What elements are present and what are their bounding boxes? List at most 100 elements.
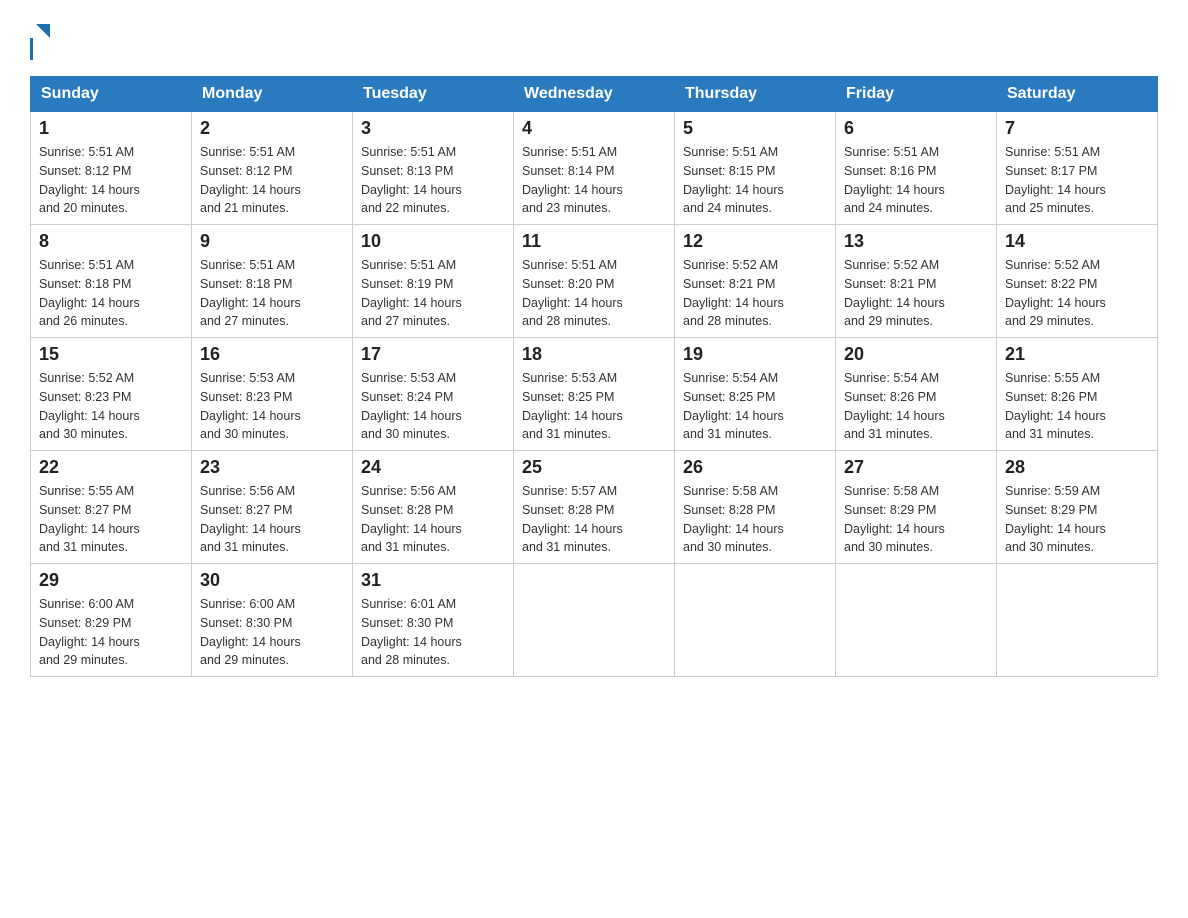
day-info: Sunrise: 5:58 AMSunset: 8:29 PMDaylight:…	[844, 482, 988, 557]
day-info: Sunrise: 5:55 AMSunset: 8:26 PMDaylight:…	[1005, 369, 1149, 444]
day-info: Sunrise: 6:00 AMSunset: 8:29 PMDaylight:…	[39, 595, 183, 670]
day-number: 20	[844, 344, 988, 365]
calendar-week-row: 1Sunrise: 5:51 AMSunset: 8:12 PMDaylight…	[31, 112, 1158, 225]
day-info: Sunrise: 5:51 AMSunset: 8:19 PMDaylight:…	[361, 256, 505, 331]
day-info: Sunrise: 6:01 AMSunset: 8:30 PMDaylight:…	[361, 595, 505, 670]
day-info: Sunrise: 5:57 AMSunset: 8:28 PMDaylight:…	[522, 482, 666, 557]
day-number: 25	[522, 457, 666, 478]
calendar-cell: 17 Sunrise: 5:53 AMSunset: 8:24 PMDayligh…	[353, 338, 514, 451]
day-number: 6	[844, 118, 988, 139]
col-header-tuesday: Tuesday	[353, 77, 514, 112]
day-number: 10	[361, 231, 505, 252]
day-info: Sunrise: 5:51 AMSunset: 8:12 PMDaylight:…	[200, 143, 344, 218]
day-info: Sunrise: 5:56 AMSunset: 8:27 PMDaylight:…	[200, 482, 344, 557]
day-number: 28	[1005, 457, 1149, 478]
day-info: Sunrise: 5:53 AMSunset: 8:25 PMDaylight:…	[522, 369, 666, 444]
calendar-cell: 5 Sunrise: 5:51 AMSunset: 8:15 PMDaylight…	[675, 112, 836, 225]
calendar-cell: 11 Sunrise: 5:51 AMSunset: 8:20 PMDayligh…	[514, 225, 675, 338]
calendar-cell: 19Sunrise: 5:54 AMSunset: 8:25 PMDayligh…	[675, 338, 836, 451]
day-info: Sunrise: 5:52 AMSunset: 8:23 PMDaylight:…	[39, 369, 183, 444]
day-info: Sunrise: 5:52 AMSunset: 8:22 PMDaylight:…	[1005, 256, 1149, 331]
calendar-week-row: 22 Sunrise: 5:55 AMSunset: 8:27 PMDayligh…	[31, 451, 1158, 564]
day-info: Sunrise: 5:54 AMSunset: 8:25 PMDaylight:…	[683, 369, 827, 444]
day-number: 27	[844, 457, 988, 478]
day-info: Sunrise: 5:55 AMSunset: 8:27 PMDaylight:…	[39, 482, 183, 557]
day-info: Sunrise: 5:51 AMSunset: 8:13 PMDaylight:…	[361, 143, 505, 218]
day-number: 7	[1005, 118, 1149, 139]
col-header-thursday: Thursday	[675, 77, 836, 112]
day-info: Sunrise: 5:51 AMSunset: 8:15 PMDaylight:…	[683, 143, 827, 218]
calendar-table: Sunday Monday Tuesday Wednesday Thursday…	[30, 76, 1158, 677]
calendar-cell	[997, 564, 1158, 677]
day-number: 2	[200, 118, 344, 139]
calendar-cell	[514, 564, 675, 677]
col-header-saturday: Saturday	[997, 77, 1158, 112]
calendar-cell: 10 Sunrise: 5:51 AMSunset: 8:19 PMDayligh…	[353, 225, 514, 338]
logo	[30, 20, 54, 60]
day-number: 14	[1005, 231, 1149, 252]
day-number: 13	[844, 231, 988, 252]
calendar-cell: 21 Sunrise: 5:55 AMSunset: 8:26 PMDayligh…	[997, 338, 1158, 451]
day-info: Sunrise: 5:59 AMSunset: 8:29 PMDaylight:…	[1005, 482, 1149, 557]
day-number: 22	[39, 457, 183, 478]
calendar-cell: 30 Sunrise: 6:00 AMSunset: 8:30 PMDayligh…	[192, 564, 353, 677]
calendar-cell: 2 Sunrise: 5:51 AMSunset: 8:12 PMDaylight…	[192, 112, 353, 225]
calendar-cell: 23 Sunrise: 5:56 AMSunset: 8:27 PMDayligh…	[192, 451, 353, 564]
calendar-cell: 18 Sunrise: 5:53 AMSunset: 8:25 PMDayligh…	[514, 338, 675, 451]
day-info: Sunrise: 5:51 AMSunset: 8:18 PMDaylight:…	[200, 256, 344, 331]
calendar-cell: 9 Sunrise: 5:51 AMSunset: 8:18 PMDaylight…	[192, 225, 353, 338]
col-header-sunday: Sunday	[31, 77, 192, 112]
calendar-cell: 8 Sunrise: 5:51 AMSunset: 8:18 PMDaylight…	[31, 225, 192, 338]
day-number: 26	[683, 457, 827, 478]
calendar-cell: 7 Sunrise: 5:51 AMSunset: 8:17 PMDaylight…	[997, 112, 1158, 225]
calendar-cell: 27 Sunrise: 5:58 AMSunset: 8:29 PMDayligh…	[836, 451, 997, 564]
day-number: 23	[200, 457, 344, 478]
calendar-cell	[836, 564, 997, 677]
calendar-week-row: 15Sunrise: 5:52 AMSunset: 8:23 PMDayligh…	[31, 338, 1158, 451]
calendar-week-row: 8 Sunrise: 5:51 AMSunset: 8:18 PMDaylight…	[31, 225, 1158, 338]
day-number: 16	[200, 344, 344, 365]
calendar-cell: 31 Sunrise: 6:01 AMSunset: 8:30 PMDayligh…	[353, 564, 514, 677]
calendar-cell: 20 Sunrise: 5:54 AMSunset: 8:26 PMDayligh…	[836, 338, 997, 451]
calendar-cell: 4Sunrise: 5:51 AMSunset: 8:14 PMDaylight…	[514, 112, 675, 225]
calendar-cell: 28 Sunrise: 5:59 AMSunset: 8:29 PMDayligh…	[997, 451, 1158, 564]
day-number: 24	[361, 457, 505, 478]
day-info: Sunrise: 5:52 AMSunset: 8:21 PMDaylight:…	[844, 256, 988, 331]
day-number: 31	[361, 570, 505, 591]
day-number: 3	[361, 118, 505, 139]
day-number: 11	[522, 231, 666, 252]
day-number: 30	[200, 570, 344, 591]
day-info: Sunrise: 5:51 AMSunset: 8:17 PMDaylight:…	[1005, 143, 1149, 218]
day-number: 29	[39, 570, 183, 591]
day-info: Sunrise: 5:58 AMSunset: 8:28 PMDaylight:…	[683, 482, 827, 557]
calendar-cell: 13 Sunrise: 5:52 AMSunset: 8:21 PMDayligh…	[836, 225, 997, 338]
day-number: 21	[1005, 344, 1149, 365]
day-info: Sunrise: 5:51 AMSunset: 8:12 PMDaylight:…	[39, 143, 183, 218]
calendar-week-row: 29 Sunrise: 6:00 AMSunset: 8:29 PMDayligh…	[31, 564, 1158, 677]
day-number: 8	[39, 231, 183, 252]
col-header-wednesday: Wednesday	[514, 77, 675, 112]
calendar-cell: 26 Sunrise: 5:58 AMSunset: 8:28 PMDayligh…	[675, 451, 836, 564]
day-info: Sunrise: 6:00 AMSunset: 8:30 PMDaylight:…	[200, 595, 344, 670]
day-number: 17	[361, 344, 505, 365]
calendar-cell	[675, 564, 836, 677]
calendar-cell: 6Sunrise: 5:51 AMSunset: 8:16 PMDaylight…	[836, 112, 997, 225]
calendar-cell: 1Sunrise: 5:51 AMSunset: 8:12 PMDaylight…	[31, 112, 192, 225]
calendar-cell: 12Sunrise: 5:52 AMSunset: 8:21 PMDayligh…	[675, 225, 836, 338]
calendar-cell: 29 Sunrise: 6:00 AMSunset: 8:29 PMDayligh…	[31, 564, 192, 677]
calendar-cell: 16Sunrise: 5:53 AMSunset: 8:23 PMDayligh…	[192, 338, 353, 451]
calendar-cell: 25 Sunrise: 5:57 AMSunset: 8:28 PMDayligh…	[514, 451, 675, 564]
col-header-friday: Friday	[836, 77, 997, 112]
day-info: Sunrise: 5:53 AMSunset: 8:24 PMDaylight:…	[361, 369, 505, 444]
day-info: Sunrise: 5:51 AMSunset: 8:20 PMDaylight:…	[522, 256, 666, 331]
day-info: Sunrise: 5:52 AMSunset: 8:21 PMDaylight:…	[683, 256, 827, 331]
day-number: 9	[200, 231, 344, 252]
day-info: Sunrise: 5:51 AMSunset: 8:18 PMDaylight:…	[39, 256, 183, 331]
day-info: Sunrise: 5:56 AMSunset: 8:28 PMDaylight:…	[361, 482, 505, 557]
col-header-monday: Monday	[192, 77, 353, 112]
day-number: 18	[522, 344, 666, 365]
day-number: 5	[683, 118, 827, 139]
calendar-cell: 14 Sunrise: 5:52 AMSunset: 8:22 PMDayligh…	[997, 225, 1158, 338]
day-info: Sunrise: 5:54 AMSunset: 8:26 PMDaylight:…	[844, 369, 988, 444]
day-number: 4	[522, 118, 666, 139]
